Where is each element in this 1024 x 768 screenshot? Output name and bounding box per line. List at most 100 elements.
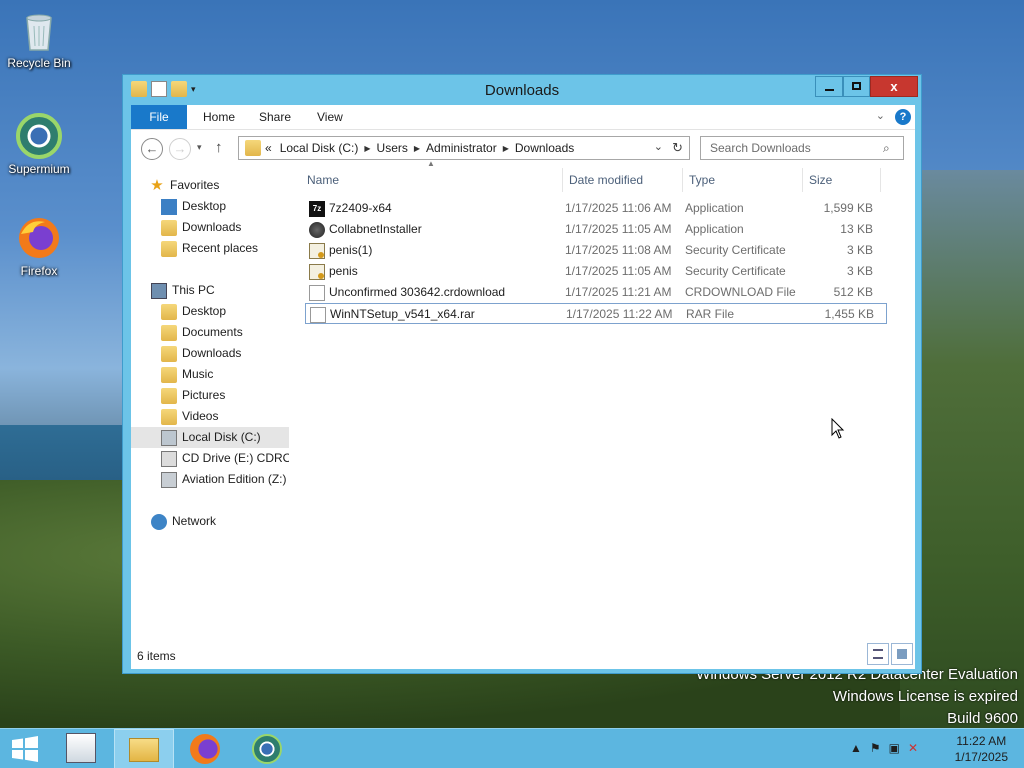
- nav-pc-desktop[interactable]: Desktop: [161, 301, 226, 322]
- tab-view[interactable]: View: [303, 105, 357, 129]
- column-header-name[interactable]: Name: [301, 168, 563, 192]
- help-icon[interactable]: ?: [895, 109, 911, 125]
- file-date: 1/17/2025 11:08 AM: [565, 243, 672, 257]
- desktop-icon-label: Supermium: [8, 162, 70, 176]
- desktop-icon-firefox[interactable]: Firefox: [1, 214, 77, 278]
- supermium-icon: [15, 112, 63, 160]
- mouse-cursor-icon: [831, 417, 845, 443]
- large-icons-view-button[interactable]: [891, 643, 913, 665]
- close-button[interactable]: x: [870, 76, 918, 97]
- nav-this-pc[interactable]: This PC: [151, 280, 215, 301]
- recycle-bin-icon: [15, 6, 63, 54]
- taskbar-server-manager[interactable]: [52, 729, 112, 768]
- recent-places-icon: [161, 240, 177, 257]
- refresh-icon[interactable]: ↻: [672, 140, 683, 156]
- blank-file-icon: [309, 285, 325, 301]
- desktop-icon-recycle-bin[interactable]: Recycle Bin: [1, 6, 77, 70]
- drive-icon: [161, 429, 177, 446]
- nav-network[interactable]: Network: [151, 511, 216, 532]
- title-bar[interactable]: ▾ Downloads x: [123, 75, 921, 105]
- address-dropdown-icon[interactable]: ⌄: [654, 140, 663, 153]
- star-icon: ★: [150, 176, 164, 194]
- nav-pc-pictures[interactable]: Pictures: [161, 385, 225, 406]
- downloads-folder-icon: [161, 219, 177, 236]
- expand-ribbon-icon[interactable]: ⌄: [876, 109, 885, 122]
- up-button[interactable]: ↑: [215, 139, 223, 156]
- nav-label: Downloads: [182, 220, 242, 234]
- taskbar-file-explorer[interactable]: [114, 729, 174, 768]
- breadcrumb-separator-icon[interactable]: ▶: [364, 144, 370, 153]
- search-icon[interactable]: ⌕: [883, 141, 890, 156]
- nav-pc-documents[interactable]: Documents: [161, 322, 243, 343]
- nav-pc-music[interactable]: Music: [161, 364, 213, 385]
- breadcrumb-separator-icon[interactable]: ▶: [414, 144, 420, 153]
- file-size: 1,599 KB: [823, 201, 873, 215]
- column-header-size[interactable]: Size: [803, 168, 881, 192]
- file-type: Security Certificate: [685, 264, 786, 278]
- taskbar-supermium[interactable]: [238, 729, 298, 768]
- clock-time: 11:22 AM: [956, 734, 1007, 748]
- folder-icon: [161, 345, 177, 362]
- breadcrumb-downloads[interactable]: Downloads: [515, 141, 574, 155]
- nav-label: Network: [172, 514, 217, 528]
- file-row[interactable]: 7z 7z2409-x64 1/17/2025 11:06 AM Applica…: [305, 198, 887, 219]
- file-row-selected[interactable]: WinNTSetup_v541_x64.rar 1/17/2025 11:22 …: [305, 303, 887, 324]
- address-bar[interactable]: « Local Disk (C:) ▶ Users ▶ Administrato…: [238, 136, 690, 160]
- breadcrumb-separator-icon[interactable]: ▶: [503, 144, 509, 153]
- nav-favorites-desktop[interactable]: Desktop: [161, 196, 226, 217]
- supermium-icon: [252, 734, 282, 764]
- explorer-window: ▾ Downloads x File Home Share View ⌄ ? ←…: [122, 74, 922, 674]
- back-button[interactable]: ←: [141, 138, 163, 160]
- forward-button[interactable]: →: [169, 138, 191, 160]
- tab-home[interactable]: Home: [189, 105, 249, 129]
- nav-pc-aviation-edition[interactable]: Aviation Edition (Z:): [161, 469, 287, 490]
- file-date: 1/17/2025 11:21 AM: [565, 285, 672, 299]
- action-center-flag-icon[interactable]: ⚑: [870, 741, 881, 755]
- taskbar-clock[interactable]: 11:22 AM 1/17/2025: [955, 733, 1008, 765]
- tab-file[interactable]: File: [131, 105, 187, 129]
- maximize-button[interactable]: [843, 76, 870, 97]
- window-title: Downloads: [484, 82, 560, 99]
- column-header-type[interactable]: Type: [683, 168, 803, 192]
- file-row[interactable]: Unconfirmed 303642.crdownload 1/17/2025 …: [305, 282, 887, 303]
- breadcrumb-overflow[interactable]: «: [265, 141, 272, 155]
- minimize-button[interactable]: [815, 76, 843, 97]
- file-row[interactable]: penis(1) 1/17/2025 11:08 AM Security Cer…: [305, 240, 887, 261]
- tab-share[interactable]: Share: [245, 105, 305, 129]
- folder-icon: [161, 408, 177, 425]
- breadcrumb-users[interactable]: Users: [377, 141, 408, 155]
- nav-favorites-recent-places[interactable]: Recent places: [161, 238, 258, 259]
- recent-locations-icon[interactable]: ▾: [197, 142, 202, 153]
- nav-pc-cd-drive[interactable]: CD Drive (E:) CDROM: [161, 448, 289, 469]
- desktop-icon-supermium[interactable]: Supermium: [1, 112, 77, 176]
- file-row[interactable]: CollabnetInstaller 1/17/2025 11:05 AM Ap…: [305, 219, 887, 240]
- navigation-pane: ★ Favorites Desktop Downloads Recent pla…: [131, 165, 289, 635]
- ribbon-tabs: File Home Share View ⌄ ?: [131, 105, 915, 129]
- file-size: 512 KB: [833, 285, 873, 299]
- nav-favorites[interactable]: ★ Favorites: [149, 175, 219, 196]
- nav-label: Desktop: [182, 199, 227, 213]
- taskbar-firefox[interactable]: [176, 729, 236, 768]
- start-button[interactable]: [0, 729, 50, 768]
- file-name: penis: [329, 264, 358, 278]
- folder-icon: [161, 303, 177, 320]
- details-view-button[interactable]: [867, 643, 889, 665]
- watermark-license: Windows License is expired: [832, 688, 1018, 705]
- file-type: Application: [685, 201, 744, 215]
- nav-pc-local-disk[interactable]: Local Disk (C:): [131, 427, 289, 448]
- nav-label: Downloads: [182, 346, 242, 360]
- firefox-icon: [15, 214, 63, 262]
- show-hidden-icons-icon[interactable]: ▲: [850, 741, 862, 755]
- file-row[interactable]: penis 1/17/2025 11:05 AM Security Certif…: [305, 261, 887, 282]
- network-status-icon[interactable]: ▣: [889, 741, 900, 755]
- nav-label: Music: [182, 367, 214, 381]
- search-input[interactable]: Search Downloads: [700, 136, 904, 160]
- nav-favorites-downloads[interactable]: Downloads: [161, 217, 241, 238]
- volume-muted-icon[interactable]: ✕: [908, 741, 918, 755]
- breadcrumb-local-disk[interactable]: Local Disk (C:): [280, 141, 359, 155]
- nav-pc-downloads[interactable]: Downloads: [161, 343, 241, 364]
- nav-pc-videos[interactable]: Videos: [161, 406, 218, 427]
- file-date: 1/17/2025 11:05 AM: [565, 222, 672, 236]
- column-header-date[interactable]: Date modified: [563, 168, 683, 192]
- breadcrumb-administrator[interactable]: Administrator: [426, 141, 497, 155]
